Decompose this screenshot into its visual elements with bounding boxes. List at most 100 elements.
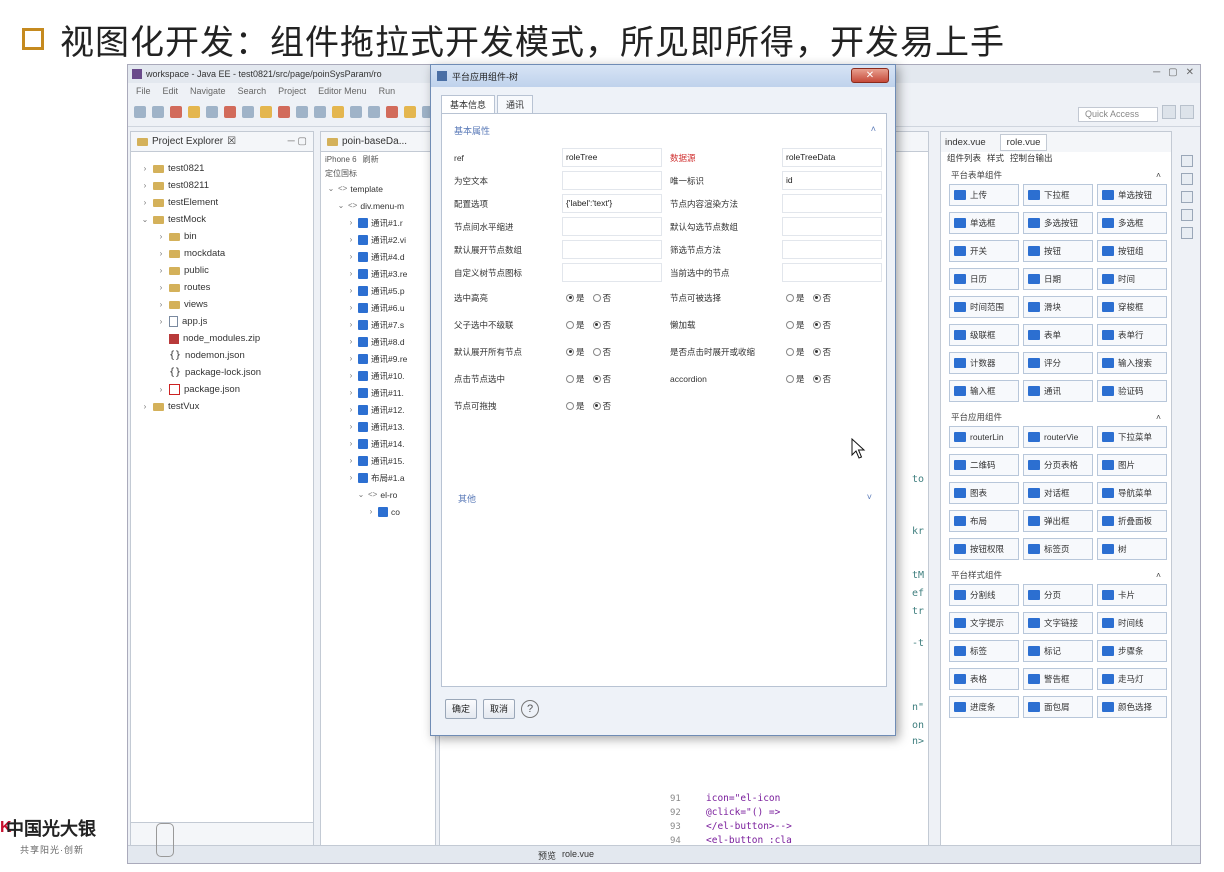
toolbar-button-icon[interactable]: [224, 106, 236, 118]
palette-component[interactable]: 文字链接: [1023, 612, 1093, 634]
palette-component[interactable]: 标签: [949, 640, 1019, 662]
twisty-icon[interactable]: ›: [347, 456, 355, 465]
palette-component[interactable]: 布局: [949, 510, 1019, 532]
bottom-tab[interactable]: 预览: [538, 849, 556, 862]
palette-component[interactable]: 单选按钮: [1097, 184, 1167, 206]
code-line[interactable]: @click="() =>: [706, 806, 922, 820]
radio-yes[interactable]: 是: [566, 373, 585, 385]
editor-tab-index[interactable]: index.vue: [945, 137, 986, 148]
palette-component[interactable]: 步骤条: [1097, 640, 1167, 662]
property-input[interactable]: [562, 171, 662, 190]
palette-section-header[interactable]: 平台表单组件 ˄: [941, 166, 1171, 184]
palette-component[interactable]: 按钮权限: [949, 538, 1019, 560]
radio-yes[interactable]: 是: [566, 319, 585, 331]
outline-node[interactable]: › 通讯#4.d: [321, 248, 435, 265]
palette-component[interactable]: 多选框: [1097, 212, 1167, 234]
radio-no[interactable]: 否: [592, 373, 611, 385]
twisty-icon[interactable]: ›: [157, 232, 165, 241]
outline-node[interactable]: › 通讯#9.re: [321, 350, 435, 367]
radio-dot-icon[interactable]: [812, 374, 821, 383]
radio-no[interactable]: 否: [812, 346, 831, 358]
outline-node[interactable]: › 通讯#13.: [321, 418, 435, 435]
radio-dot-icon[interactable]: [566, 347, 574, 356]
twisty-icon[interactable]: ›: [347, 269, 355, 278]
chevron-down-icon[interactable]: ˅: [867, 492, 872, 502]
palette-component[interactable]: 下拉框: [1023, 184, 1093, 206]
twisty-icon[interactable]: ›: [141, 181, 149, 190]
toolbar-button-icon[interactable]: [170, 106, 182, 118]
radio-yes[interactable]: 是: [566, 346, 585, 358]
radio-no[interactable]: 否: [812, 373, 831, 385]
outline-node[interactable]: › co: [321, 503, 435, 520]
palette-component[interactable]: 树: [1097, 538, 1167, 560]
toolbar-button-icon[interactable]: [188, 106, 200, 118]
side-view-icon[interactable]: [1181, 155, 1193, 167]
code-line[interactable]: icon="el-icon: [706, 792, 922, 806]
outline-node[interactable]: ⌄ <> template: [321, 180, 435, 197]
radio-dot-icon[interactable]: [566, 293, 574, 302]
chevron-up-icon[interactable]: ˄: [1156, 412, 1161, 422]
twisty-icon[interactable]: ›: [347, 286, 355, 295]
side-view-icon[interactable]: [1181, 173, 1193, 185]
twisty-icon[interactable]: ⌄: [327, 184, 335, 193]
menu-item[interactable]: Edit: [163, 86, 179, 96]
palette-component[interactable]: 计数器: [949, 352, 1019, 374]
radio-dot-icon[interactable]: [786, 293, 794, 302]
toolbar-button-icon[interactable]: [368, 106, 380, 118]
tree-item[interactable]: node_modules.zip: [131, 330, 313, 347]
palette-component[interactable]: 时间: [1097, 268, 1167, 290]
quick-access-input[interactable]: Quick Access: [1078, 107, 1158, 122]
property-input[interactable]: [782, 240, 882, 259]
outline-node[interactable]: › 通讯#5.p: [321, 282, 435, 299]
close-tab-icon[interactable]: ☒: [227, 136, 236, 147]
palette-section-header[interactable]: 平台应用组件 ˄: [941, 408, 1171, 426]
radio-dot-icon[interactable]: [566, 320, 574, 329]
palette-component[interactable]: 卡片: [1097, 584, 1167, 606]
tree-item[interactable]: › test0821: [131, 160, 313, 177]
palette-subtab[interactable]: 控制台输出: [1010, 152, 1053, 166]
radio-no[interactable]: 否: [592, 292, 611, 304]
radio-dot-icon[interactable]: [592, 374, 601, 383]
radio-dot-icon[interactable]: [566, 401, 574, 410]
radio-no[interactable]: 否: [592, 319, 611, 331]
twisty-icon[interactable]: ›: [141, 164, 149, 173]
twisty-icon[interactable]: ›: [157, 385, 165, 394]
radio-yes[interactable]: 是: [566, 292, 585, 304]
outline-node[interactable]: ⌄ <> el-ro: [321, 486, 435, 503]
palette-component[interactable]: 二维码: [949, 454, 1019, 476]
tree-item[interactable]: › app.js: [131, 313, 313, 330]
radio-dot-icon[interactable]: [786, 347, 794, 356]
device-select[interactable]: iPhone 6: [325, 155, 357, 164]
code-line[interactable]: </el-button>-->: [706, 820, 922, 834]
minimize-pane-icon[interactable]: ─: [288, 136, 295, 147]
toolbar-button-icon[interactable]: [242, 106, 254, 118]
palette-component[interactable]: 导航菜单: [1097, 482, 1167, 504]
bottom-tab[interactable]: role.vue: [562, 849, 594, 862]
palette-component[interactable]: 对话框: [1023, 482, 1093, 504]
radio-yes[interactable]: 是: [786, 292, 805, 304]
radio-no[interactable]: 否: [592, 400, 611, 412]
toolbar-button-icon[interactable]: [296, 106, 308, 118]
palette-component[interactable]: 表格: [949, 668, 1019, 690]
palette-component[interactable]: 通讯: [1023, 380, 1093, 402]
group-basic-header[interactable]: 基本属性 ˄: [454, 124, 876, 137]
palette-component[interactable]: 警告框: [1023, 668, 1093, 690]
ok-button[interactable]: 确定: [445, 699, 478, 719]
property-input[interactable]: {'label':'text'}: [562, 194, 662, 213]
toolbar-button-icon[interactable]: [206, 106, 218, 118]
palette-component[interactable]: 级联框: [949, 324, 1019, 346]
outline-node[interactable]: › 通讯#12.: [321, 401, 435, 418]
palette-component[interactable]: 颜色选择: [1097, 696, 1167, 718]
toolbar-button-icon[interactable]: [350, 106, 362, 118]
twisty-icon[interactable]: ›: [347, 218, 355, 227]
palette-component[interactable]: 单选框: [949, 212, 1019, 234]
dialog-close-button[interactable]: ✕: [851, 68, 889, 83]
editor-tab-role[interactable]: role.vue: [999, 133, 1048, 151]
twisty-icon[interactable]: ›: [157, 249, 165, 258]
refresh-button[interactable]: 刷新: [363, 154, 379, 165]
tree-item[interactable]: › bin: [131, 228, 313, 245]
property-input[interactable]: id: [782, 171, 882, 190]
toolbar-button-icon[interactable]: [260, 106, 272, 118]
palette-component[interactable]: 穿梭框: [1097, 296, 1167, 318]
radio-yes[interactable]: 是: [786, 373, 805, 385]
